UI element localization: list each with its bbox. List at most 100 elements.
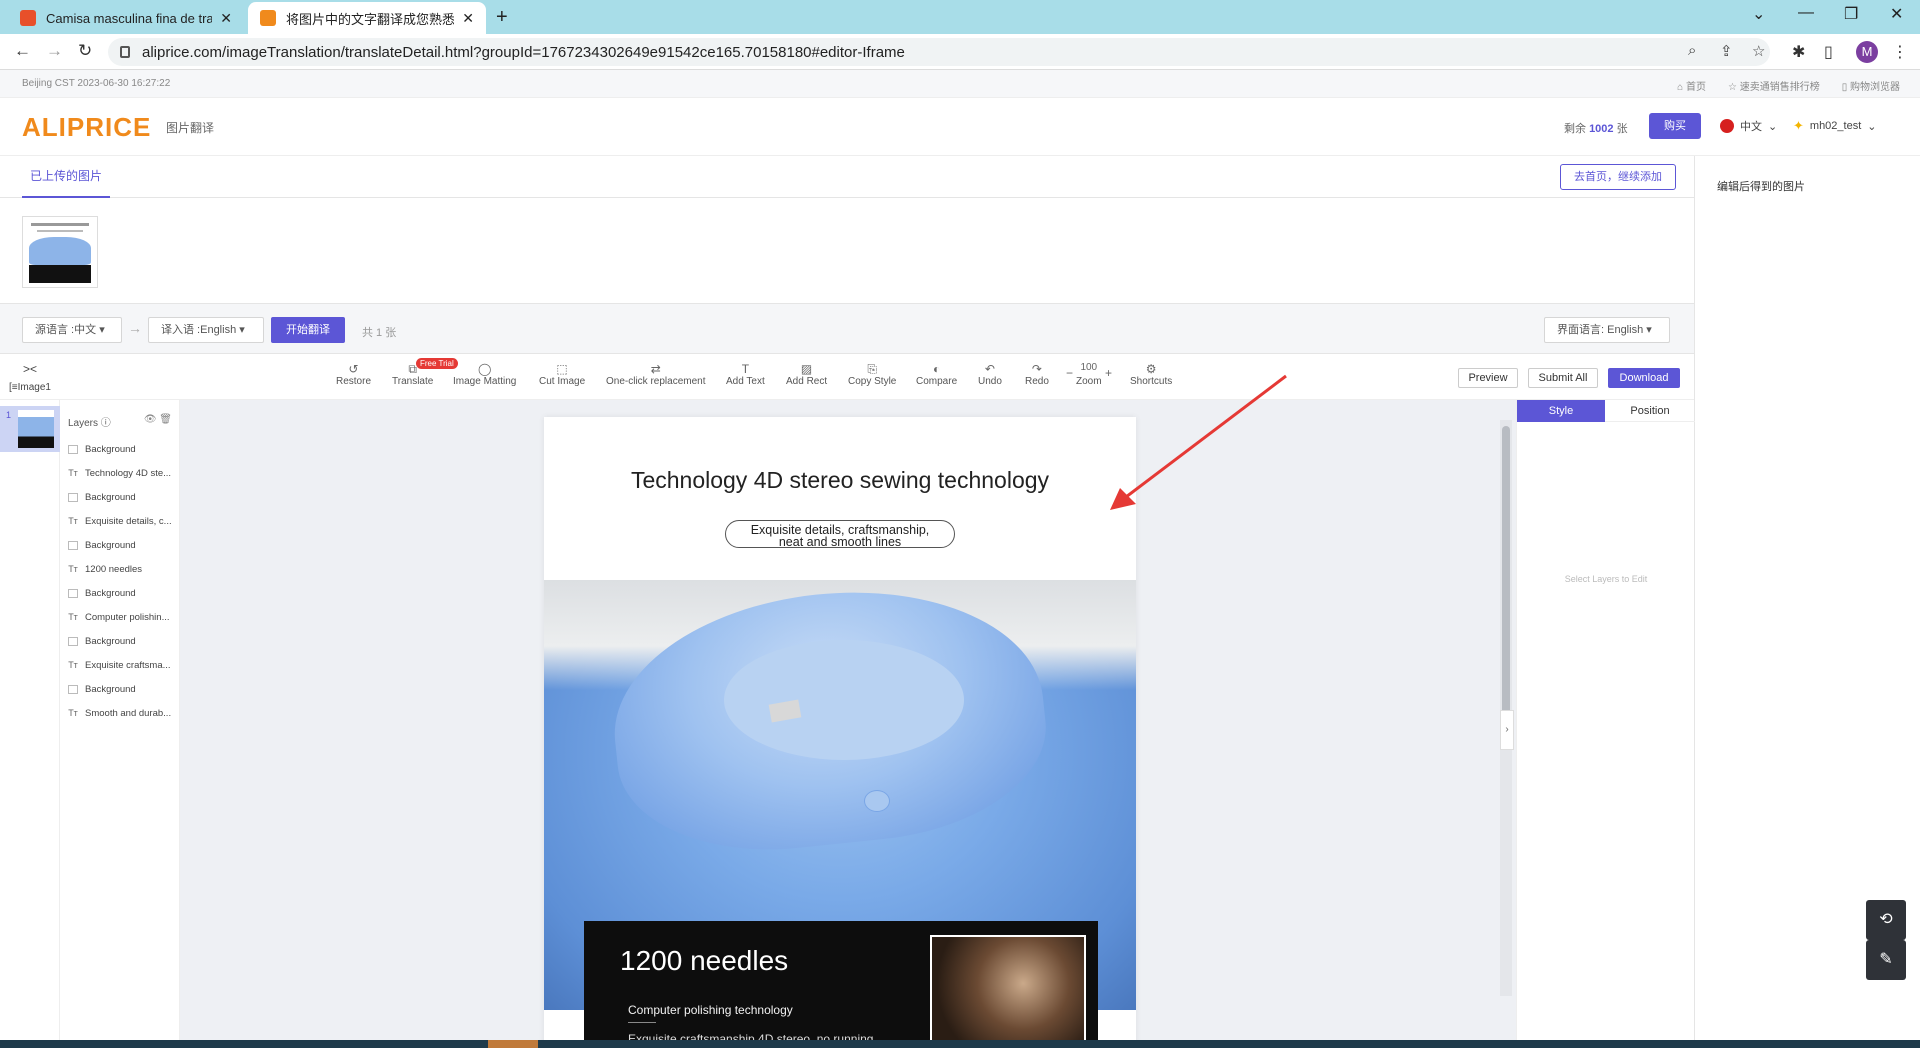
target-language-select[interactable]: 译入语 :English ▾ <box>148 317 264 343</box>
url-field[interactable]: aliprice.com/imageTranslation/translateD… <box>108 38 1770 66</box>
taskbar-item[interactable] <box>488 1040 538 1048</box>
image-title-text[interactable]: Technology 4D stereo sewing technology <box>544 467 1136 494</box>
edited-images-title: 编辑后得到的图片 <box>1717 181 1805 193</box>
image-matting-tool[interactable]: ◯ Image Matting <box>453 362 516 387</box>
history-icon[interactable]: ⟲ <box>1866 900 1906 940</box>
eye-icon[interactable]: 👁 <box>144 414 157 425</box>
user-menu[interactable]: ✦ mh02_test ⌄ <box>1793 118 1877 134</box>
annotation-arrow-icon <box>1110 374 1287 510</box>
redo-tool[interactable]: ↷ Redo <box>1025 362 1049 387</box>
layer-item[interactable]: Tт Technology 4D ste... <box>68 461 178 485</box>
browser-tab-1-title: Camisa masculina fina de trab <box>46 10 213 26</box>
one-click-replacement-tool[interactable]: ⇄ One-click replacement <box>606 362 705 387</box>
extensions-icon[interactable]: ✱ <box>1792 42 1805 62</box>
download-button[interactable]: Download <box>1608 368 1680 388</box>
tab-style[interactable]: Style <box>1517 400 1605 422</box>
undo-tool[interactable]: ↶ Undo <box>978 362 1002 387</box>
cut-image-label: Cut Image <box>539 376 586 387</box>
zoom-icon[interactable]: ⌕ <box>1688 42 1696 59</box>
layer-item[interactable]: Tт 1200 needles <box>68 557 178 581</box>
canvas-scrollbar[interactable] <box>1500 420 1512 996</box>
reload-icon[interactable]: ↻ <box>78 41 92 61</box>
share-icon[interactable]: ⇪ <box>1720 42 1733 60</box>
minimize-icon[interactable]: — <box>1798 4 1814 22</box>
needles-text[interactable]: 1200 needles <box>620 945 788 977</box>
home-link[interactable]: ⌂ 首页 <box>1677 78 1706 93</box>
undo-icon: ↶ <box>984 362 995 376</box>
layer-name: Background <box>85 587 136 599</box>
uploaded-image-thumbnail[interactable] <box>22 216 98 288</box>
browser-tab-1[interactable]: Camisa masculina fina de trab ✕ <box>8 2 244 34</box>
back-arrow-icon[interactable]: ← <box>14 41 31 61</box>
ranking-link[interactable]: ☆ 速卖通销售排行榜 <box>1728 78 1820 93</box>
layer-item[interactable]: Background <box>68 629 178 653</box>
copy-style-tool[interactable]: ⎘ Copy Style <box>848 362 896 387</box>
translate-tool[interactable]: ⧉ Translate <box>392 362 433 387</box>
zoom-control[interactable]: 100 Zoom <box>1076 362 1102 387</box>
image-pill-text[interactable]: Exquisite details, craftsmanship, neat a… <box>725 520 955 548</box>
add-text-tool[interactable]: T Add Text <box>726 362 765 387</box>
language-select[interactable]: 中文 ⌄ <box>1720 118 1777 134</box>
edit-pen-icon[interactable]: ✎ <box>1866 940 1906 980</box>
layer-item[interactable]: Tт Smooth and durab... <box>68 701 178 725</box>
tab-uploaded-images[interactable]: 已上传的图片 <box>22 156 111 198</box>
collapse-panel-button[interactable]: >< [≡Image1 <box>8 362 52 393</box>
forward-arrow-icon[interactable]: → <box>46 41 63 61</box>
tab-search-icon[interactable]: ⌄ <box>1752 4 1765 24</box>
profile-avatar[interactable]: M <box>1856 41 1878 63</box>
canvas-area: Technology 4D stereo sewing technology E… <box>180 400 1516 1048</box>
zoom-out-button[interactable]: − <box>1066 366 1073 380</box>
browser-tab-2[interactable]: 将图片中的文字翻译成您熟悉的 ✕ <box>248 2 486 34</box>
image-layer-icon <box>68 684 78 694</box>
browser-link[interactable]: ▯ 购物浏览器 <box>1842 78 1900 93</box>
window-close-icon[interactable]: ✕ <box>1890 4 1903 24</box>
buy-button[interactable]: 购买 <box>1649 113 1701 139</box>
close-icon[interactable]: ✕ <box>220 10 232 27</box>
polishing-text[interactable]: Computer polishing technology <box>628 1003 793 1023</box>
page-thumbnail-image <box>18 410 54 448</box>
aliprice-logo[interactable]: ALIPRICE <box>22 112 151 143</box>
submit-all-button[interactable]: Submit All <box>1528 368 1598 388</box>
layer-item[interactable]: Tт Exquisite details, c... <box>68 509 178 533</box>
layer-name: Background <box>85 683 136 695</box>
goto-home-button[interactable]: 去首页，继续添加 <box>1560 164 1676 190</box>
compare-tool[interactable]: ◐ Compare <box>916 362 957 387</box>
taskbar <box>0 1040 1920 1048</box>
layers-title: Layers <box>68 418 99 429</box>
scrollbar-thumb[interactable] <box>1502 426 1510 732</box>
close-icon[interactable]: ✕ <box>462 10 474 27</box>
help-icon[interactable]: ⓘ <box>101 418 111 429</box>
layer-item[interactable]: Tт Computer polishin... <box>68 605 178 629</box>
expand-props-button[interactable]: › <box>1500 710 1514 750</box>
menu-kebab-icon[interactable]: ⋮ <box>1892 42 1908 62</box>
new-tab-icon[interactable]: + <box>496 6 508 29</box>
image-layer-icon <box>68 492 78 502</box>
ui-language-select[interactable]: 界面语言: English ▾ <box>1544 317 1670 343</box>
browser-tab-bar: Camisa masculina fina de trab ✕ 将图片中的文字翻… <box>0 0 1920 34</box>
restore-icon[interactable]: ❐ <box>1844 4 1858 24</box>
sidebar-icon[interactable]: ▯ <box>1824 42 1833 62</box>
cut-image-tool[interactable]: ⬚ Cut Image <box>539 362 585 387</box>
layer-item[interactable]: Background <box>68 437 178 461</box>
copy-style-label: Copy Style <box>848 376 897 387</box>
layer-item[interactable]: Background <box>68 533 178 557</box>
page-thumbnail[interactable]: 1 <box>0 406 60 452</box>
preview-button[interactable]: Preview <box>1458 368 1518 388</box>
bookmark-star-icon[interactable]: ☆ <box>1752 42 1765 60</box>
layer-item[interactable]: Background <box>68 581 178 605</box>
tab-position[interactable]: Position <box>1605 400 1695 422</box>
add-rect-tool[interactable]: ▨ Add Rect <box>786 362 827 387</box>
layer-name: Technology 4D ste... <box>85 467 172 479</box>
image-count: 共 1 张 <box>362 327 397 339</box>
trash-icon[interactable]: 🗑 <box>159 414 172 425</box>
translate-icon: ⧉ <box>408 362 417 376</box>
layer-item[interactable]: Background <box>68 485 178 509</box>
layer-item[interactable]: Background <box>68 677 178 701</box>
layer-item[interactable]: Tт Exquisite craftsma... <box>68 653 178 677</box>
source-language-select[interactable]: 源语言 :中文 ▾ <box>22 317 122 343</box>
site-header: ALIPRICE 图片翻译 剩余 1002 张 购买 中文 ⌄ ✦ mh02_t… <box>0 98 1920 156</box>
editable-image[interactable]: Technology 4D stereo sewing technology E… <box>544 417 1136 1048</box>
add-text-label: Add Text <box>726 376 765 387</box>
restore-tool[interactable]: ↺ Restore <box>336 362 371 387</box>
start-translate-button[interactable]: 开始翻译 <box>271 317 345 343</box>
